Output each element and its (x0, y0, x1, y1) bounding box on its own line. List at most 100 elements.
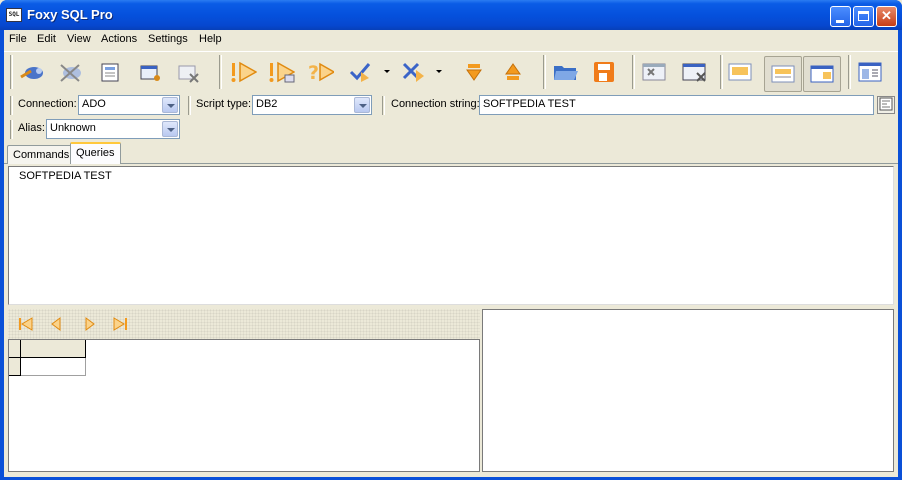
connection-bar-grip[interactable] (10, 96, 13, 115)
rollback-dropdown-arrow[interactable] (436, 70, 442, 73)
commit-icon[interactable] (347, 60, 375, 84)
menu-file[interactable]: File (9, 33, 27, 45)
client-area: File Edit View Actions Settings Help ? C… (4, 30, 898, 477)
toolbar-grip[interactable] (848, 55, 851, 89)
prev-icon (51, 317, 61, 331)
layout-2-icon[interactable] (764, 56, 802, 92)
menu-view[interactable]: View (67, 33, 91, 45)
close-button[interactable]: ✕ (876, 6, 897, 27)
execute-step-icon[interactable] (267, 60, 295, 84)
main-toolbar: ? (4, 51, 898, 92)
help-execute-icon[interactable]: ? (306, 60, 334, 84)
toolbar-grip[interactable] (543, 55, 546, 89)
chevron-down-icon[interactable] (162, 97, 178, 113)
first-icon (19, 317, 33, 331)
close-result-icon[interactable] (680, 60, 708, 84)
chevron-down-icon[interactable] (354, 97, 370, 113)
alias-bar-grip[interactable] (10, 120, 13, 139)
minimize-icon (836, 20, 844, 23)
window-title: Foxy SQL Pro (27, 7, 113, 22)
remove-connection-graphic (178, 65, 199, 83)
grid-cell[interactable] (21, 358, 86, 376)
new-connection-icon[interactable] (136, 60, 164, 84)
script-type-combo[interactable]: DB2 (252, 95, 372, 115)
tab-queries[interactable]: Queries (70, 142, 121, 164)
toolbar-grip[interactable] (10, 55, 13, 89)
move-up-icon[interactable] (499, 60, 527, 84)
connection-string-field[interactable]: SOFTPEDIA TEST (479, 95, 874, 115)
query-editor[interactable]: SOFTPEDIA TEST (8, 166, 894, 305)
close-icon: ✕ (881, 8, 892, 23)
connection-bar: Connection: ADO Script type: DB2 Connect… (4, 94, 898, 117)
menu-settings[interactable]: Settings (148, 33, 188, 45)
record-navigator (8, 309, 480, 339)
toolbar-grip[interactable] (219, 55, 222, 89)
new-connection-graphic (140, 65, 160, 81)
commit-dropdown-arrow[interactable] (384, 70, 390, 73)
alias-bar: Alias: Unknown (4, 118, 898, 141)
menu-bar: File Edit View Actions Settings Help (4, 30, 898, 49)
tab-strip: Commands Queries (4, 142, 898, 164)
save-graphic (594, 62, 614, 82)
script-type-grip[interactable] (188, 96, 191, 115)
execute-graphic (231, 61, 257, 83)
connection-string-value: SOFTPEDIA TEST (483, 98, 576, 110)
results-grid[interactable] (8, 339, 480, 472)
connect-plug-graphic (20, 67, 43, 79)
layout-1-icon[interactable] (726, 60, 754, 84)
menu-actions[interactable]: Actions (101, 33, 137, 45)
tab-commands[interactable]: Commands (7, 145, 76, 164)
sql-app-icon[interactable]: SQL (6, 8, 22, 22)
next-record-button[interactable] (80, 316, 100, 332)
alias-value: Unknown (50, 122, 96, 134)
move-down-graphic (466, 64, 482, 81)
connection-string-grip[interactable] (382, 96, 385, 115)
clear-icon[interactable] (640, 60, 668, 84)
execute-step-graphic (269, 61, 295, 83)
layout-3-icon[interactable] (803, 56, 841, 92)
rollback-graphic (402, 62, 424, 82)
first-record-button[interactable] (16, 316, 36, 332)
clear-graphic (642, 63, 666, 81)
open-folder-icon[interactable] (551, 60, 579, 84)
open-folder-graphic (554, 66, 578, 80)
toolbar-grip[interactable] (632, 55, 635, 89)
next-icon (85, 317, 95, 331)
toolbar-grip[interactable] (720, 55, 723, 89)
close-result-graphic (682, 63, 706, 82)
menu-edit[interactable]: Edit (37, 33, 56, 45)
maximize-button[interactable] (853, 6, 874, 27)
rollback-icon[interactable] (400, 60, 428, 84)
connection-combo[interactable]: ADO (78, 95, 180, 115)
save-icon[interactable] (590, 60, 618, 84)
connection-value: ADO (82, 98, 106, 110)
alias-label: Alias: (18, 122, 45, 134)
detail-panel[interactable] (482, 309, 894, 472)
tab-divider (4, 163, 898, 164)
results-panel (8, 309, 480, 472)
chevron-down-icon[interactable] (162, 121, 178, 137)
disconnect-icon[interactable] (56, 60, 84, 84)
panel-icon[interactable] (856, 60, 884, 84)
layout-2-graphic (771, 65, 795, 83)
grid-row-indicator[interactable] (9, 358, 21, 376)
grid-column-header[interactable] (21, 340, 86, 358)
title-bar[interactable]: SQL Foxy SQL Pro ✕ (0, 0, 902, 30)
menu-help[interactable]: Help (199, 33, 222, 45)
connection-string-label: Connection string: (391, 98, 480, 110)
connection-string-builder-button[interactable] (877, 96, 895, 114)
script-type-label: Script type: (196, 98, 252, 110)
properties-icon[interactable] (96, 60, 124, 84)
minimize-button[interactable] (830, 6, 851, 27)
commit-graphic (349, 63, 371, 82)
alias-combo[interactable]: Unknown (46, 119, 180, 139)
execute-icon[interactable] (229, 60, 257, 84)
connect-icon[interactable] (18, 60, 46, 84)
move-down-icon[interactable] (460, 60, 488, 84)
query-text: SOFTPEDIA TEST (19, 170, 112, 182)
prev-record-button[interactable] (46, 316, 66, 332)
last-icon (113, 317, 127, 331)
panel-graphic (858, 62, 882, 82)
remove-connection-icon[interactable] (174, 60, 202, 84)
last-record-button[interactable] (110, 316, 130, 332)
